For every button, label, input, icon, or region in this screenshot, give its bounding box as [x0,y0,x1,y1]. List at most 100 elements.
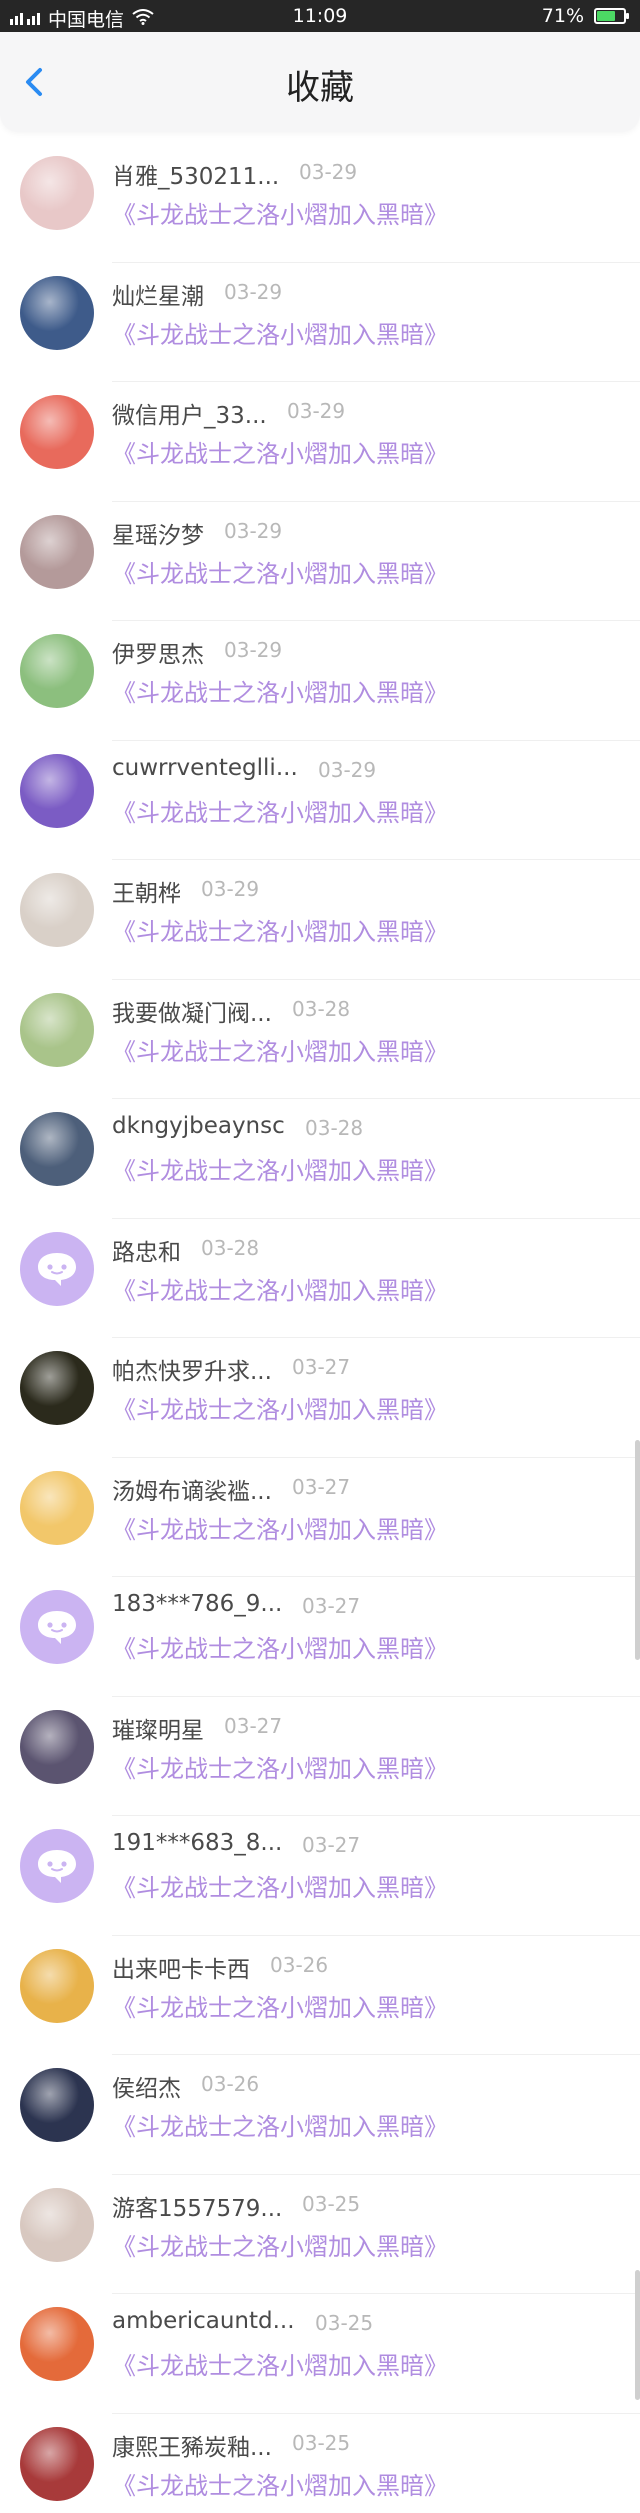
list-item[interactable]: 出来吧卡卡西 03-26 《斗龙战士之洛小熠加入黑暗》 [0,1936,640,2055]
user-name[interactable]: ambericauntd... [112,2308,295,2334]
avatar[interactable] [20,2068,94,2142]
list-item[interactable]: 星瑶汐梦 03-29 《斗龙战士之洛小熠加入黑暗》 [0,502,640,621]
work-title-link[interactable]: 《斗龙战士之洛小熠加入黑暗》 [112,1151,448,1186]
chat-bubble-icon [38,1252,76,1286]
user-name[interactable]: 伊罗思杰 [112,635,204,669]
favorite-date: 03-29 [224,518,283,543]
user-name[interactable]: 灿烂星潮 [112,277,204,311]
favorite-date: 03-27 [302,1833,361,1857]
work-title-link[interactable]: 《斗龙战士之洛小熠加入黑暗》 [112,1749,448,1784]
avatar[interactable] [20,1709,94,1784]
user-name[interactable]: 星瑶汐梦 [112,516,204,550]
user-name[interactable]: 路忠和 [112,1233,181,1267]
default-avatar[interactable] [20,1590,94,1664]
list-item[interactable]: cuwrrventeglli... 03-29 《斗龙战士之洛小熠加入黑暗》 [0,741,640,860]
avatar[interactable] [20,514,94,589]
list-item[interactable]: 微信用户_33... 03-29 《斗龙战士之洛小熠加入黑暗》 [0,382,640,502]
scrollbar-thumb-secondary[interactable] [635,2270,640,2400]
user-name[interactable]: 游客1557579... [112,2189,282,2223]
work-title-link[interactable]: 《斗龙战士之洛小熠加入黑暗》 [112,315,448,350]
default-avatar[interactable] [20,1829,94,1903]
work-title-link[interactable]: 《斗龙战士之洛小熠加入黑暗》 [112,2466,448,2501]
list-item[interactable]: 璀璨明星 03-27 《斗龙战士之洛小熠加入黑暗》 [0,1697,640,1816]
user-name[interactable]: cuwrrventeglli... [112,755,298,781]
favorite-date: 03-27 [292,1474,351,1499]
user-name[interactable]: dkngyjbeaynsc [112,1113,285,1139]
list-item[interactable]: ambericauntd... 03-25 《斗龙战士之洛小熠加入黑暗》 [0,2294,640,2414]
list-item[interactable]: 游客1557579... 03-25 《斗龙战士之洛小熠加入黑暗》 [0,2175,640,2294]
user-name[interactable]: 璀璨明星 [112,1711,204,1745]
work-title-link[interactable]: 《斗龙战士之洛小熠加入黑暗》 [112,1390,448,1425]
work-title-link[interactable]: 《斗龙战士之洛小熠加入黑暗》 [112,912,448,947]
avatar[interactable] [20,873,94,947]
work-title-link[interactable]: 《斗龙战士之洛小熠加入黑暗》 [112,1629,448,1664]
page-title: 收藏 [286,68,354,108]
favorite-date: 03-26 [270,1952,329,1977]
user-name[interactable]: 汤姆布谪裟褴... [112,1472,272,1506]
work-title-link[interactable]: 《斗龙战士之洛小熠加入黑暗》 [112,793,448,828]
user-name[interactable]: 王朝桦 [112,874,181,908]
favorite-date: 03-29 [224,279,283,304]
work-title-link[interactable]: 《斗龙战士之洛小熠加入黑暗》 [112,434,448,469]
avatar[interactable] [20,1470,94,1545]
work-title-link[interactable]: 《斗龙战士之洛小熠加入黑暗》 [112,1988,448,2023]
work-title-link[interactable]: 《斗龙战士之洛小熠加入黑暗》 [112,673,448,708]
user-name[interactable]: 帕杰快罗升求... [112,1352,272,1386]
list-item[interactable]: 183***786_9... 03-27 《斗龙战士之洛小熠加入黑暗》 [0,1577,640,1697]
battery-icon [594,8,629,24]
work-title-link[interactable]: 《斗龙战士之洛小熠加入黑暗》 [112,554,448,589]
work-title-link[interactable]: 《斗龙战士之洛小熠加入黑暗》 [112,2346,448,2381]
list-item[interactable]: 191***683_8... 03-27 《斗龙战士之洛小熠加入黑暗》 [0,1816,640,1936]
favorites-list: 肖雅_530211... 03-29 《斗龙战士之洛小熠加入黑暗》 灿烂星潮 03-29… [0,143,640,2513]
work-title-link[interactable]: 《斗龙战士之洛小熠加入黑暗》 [112,1868,448,1903]
favorite-date: 03-29 [224,638,283,662]
user-name[interactable]: 191***683_8... [112,1830,282,1856]
list-item[interactable]: 王朝桦 03-29 《斗龙战士之洛小熠加入黑暗》 [0,860,640,980]
avatar[interactable] [20,753,94,828]
avatar[interactable] [20,156,94,230]
favorite-date: 03-28 [201,1235,260,1260]
work-title-link[interactable]: 《斗龙战士之洛小熠加入黑暗》 [112,195,448,230]
avatar[interactable] [20,275,94,350]
user-name[interactable]: 肖雅_530211... [112,157,279,191]
chat-bubble-icon [38,1850,76,1883]
avatar[interactable] [20,1112,94,1186]
user-name[interactable]: 侯绍杰 [112,2069,181,2103]
battery-percent: 71% [541,5,584,27]
user-name[interactable]: 康熙王豨炭釉... [112,2428,272,2462]
default-avatar[interactable] [20,1231,94,1306]
list-item[interactable]: 汤姆布谪裟褴... 03-27 《斗龙战士之洛小熠加入黑暗》 [0,1458,640,1577]
work-title-link[interactable]: 《斗龙战士之洛小熠加入黑暗》 [112,2107,448,2142]
user-name[interactable]: 我要做凝门阀... [112,994,272,1028]
favorite-date: 03-27 [292,1355,351,1379]
avatar[interactable] [20,1351,94,1425]
scrollbar-thumb[interactable] [635,1440,640,1660]
list-item[interactable]: dkngyjbeaynsc 03-28 《斗龙战士之洛小熠加入黑暗》 [0,1099,640,1219]
status-bar: 中国电信 11:09 71% [0,0,640,32]
avatar[interactable] [20,634,94,708]
list-item[interactable]: 帕杰快罗升求... 03-27 《斗龙战士之洛小熠加入黑暗》 [0,1338,640,1458]
list-item[interactable]: 伊罗思杰 03-29 《斗龙战士之洛小熠加入黑暗》 [0,621,640,741]
list-item[interactable]: 肖雅_530211... 03-29 《斗龙战士之洛小熠加入黑暗》 [0,143,640,263]
favorite-date: 03-25 [292,2430,351,2455]
work-title-link[interactable]: 《斗龙战士之洛小熠加入黑暗》 [112,1032,448,1067]
list-item[interactable]: 我要做凝门阀... 03-28 《斗龙战士之洛小熠加入黑暗》 [0,980,640,1099]
favorite-date: 03-29 [318,757,377,782]
list-item[interactable]: 路忠和 03-28 《斗龙战士之洛小熠加入黑暗》 [0,1219,640,1338]
work-title-link[interactable]: 《斗龙战士之洛小熠加入黑暗》 [112,1510,448,1545]
list-item[interactable]: 康熙王豨炭釉... 03-25 《斗龙战士之洛小熠加入黑暗》 [0,2414,640,2513]
avatar[interactable] [20,2187,94,2262]
list-item[interactable]: 灿烂星潮 03-29 《斗龙战士之洛小熠加入黑暗》 [0,263,640,382]
user-name[interactable]: 出来吧卡卡西 [112,1950,250,1984]
avatar[interactable] [20,2426,94,2501]
work-title-link[interactable]: 《斗龙战士之洛小熠加入黑暗》 [112,2227,448,2262]
avatar[interactable] [20,992,94,1067]
chat-bubble-icon [38,1611,76,1644]
list-item[interactable]: 侯绍杰 03-26 《斗龙战士之洛小熠加入黑暗》 [0,2055,640,2175]
avatar[interactable] [20,1948,94,2023]
user-name[interactable]: 183***786_9... [112,1591,282,1617]
avatar[interactable] [20,395,94,469]
user-name[interactable]: 微信用户_33... [112,396,267,430]
work-title-link[interactable]: 《斗龙战士之洛小熠加入黑暗》 [112,1271,448,1306]
avatar[interactable] [20,2307,94,2381]
